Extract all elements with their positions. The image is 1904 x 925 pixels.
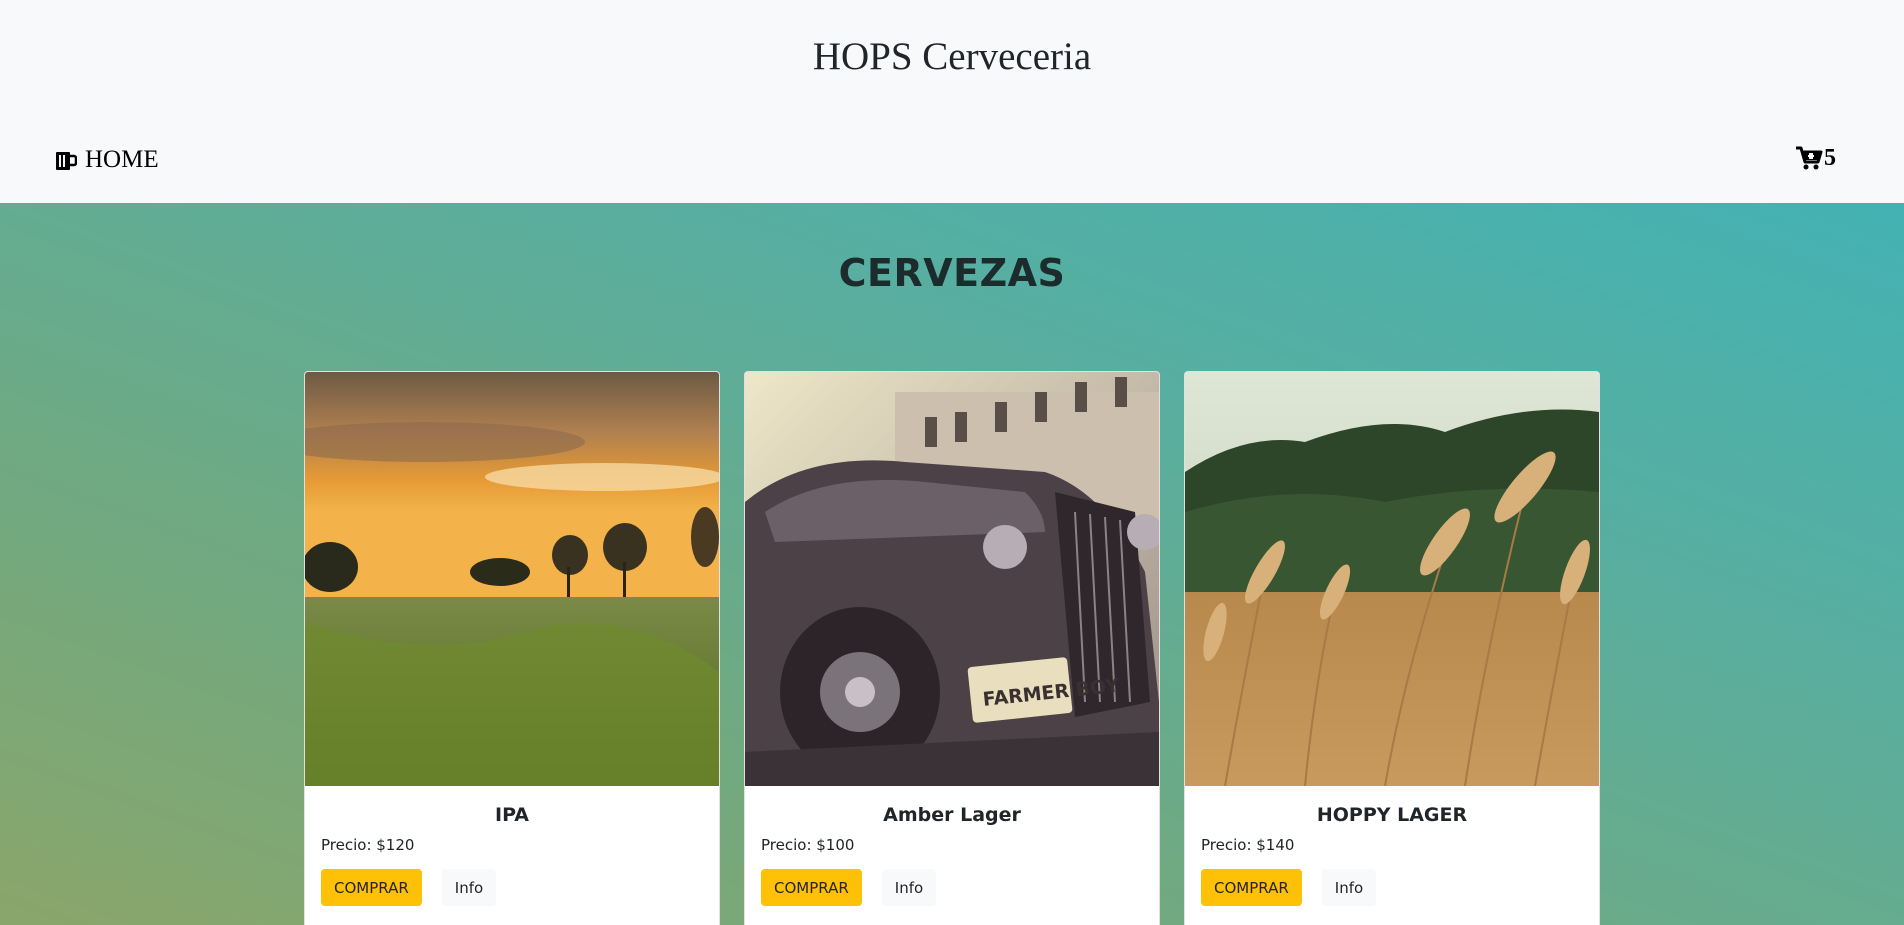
brand-title: HOPS Cerveceria [812,35,1092,78]
buy-button[interactable]: COMPRAR [761,869,862,906]
beer-mug-icon [56,151,77,170]
info-button[interactable]: Info [441,869,497,906]
cart-count: 5 [1824,144,1836,171]
product-price: Precio: $140 [1201,836,1295,854]
product-price: Precio: $100 [761,836,855,854]
product-card: FARMER BOY Amber Lager Precio: $100 COMP… [744,371,1160,925]
sunset-field-photo [305,372,719,786]
product-price: Precio: $120 [321,836,415,854]
buy-button[interactable]: COMPRAR [321,869,422,906]
product-title: Amber Lager [883,804,1021,826]
nav-home-link[interactable]: HOME [55,146,159,174]
wheat-field-photo [1185,372,1599,786]
cart-button[interactable]: 5 [1795,144,1836,172]
product-card: IPA Precio: $120 COMPRAR Info [304,371,720,925]
product-title: HOPPY LAGER [1316,804,1468,826]
nav-home-label: HOME [85,146,159,173]
buy-button[interactable]: COMPRAR [1201,869,1302,906]
cart-icon [1796,146,1823,170]
product-title: IPA [495,804,529,826]
section-title: CERVEZAS [838,251,1066,295]
info-button[interactable]: Info [1321,869,1377,906]
products-section: CERVEZAS IPA Precio: $120 COMPRAR Info F… [0,203,1904,925]
info-button[interactable]: Info [881,869,937,906]
product-card: HOPPY LAGER Precio: $140 COMPRAR Info [1184,371,1600,925]
site-header: HOPS Cerveceria HOME 5 [0,0,1904,203]
vintage-car-photo: FARMER BOY [745,372,1159,786]
